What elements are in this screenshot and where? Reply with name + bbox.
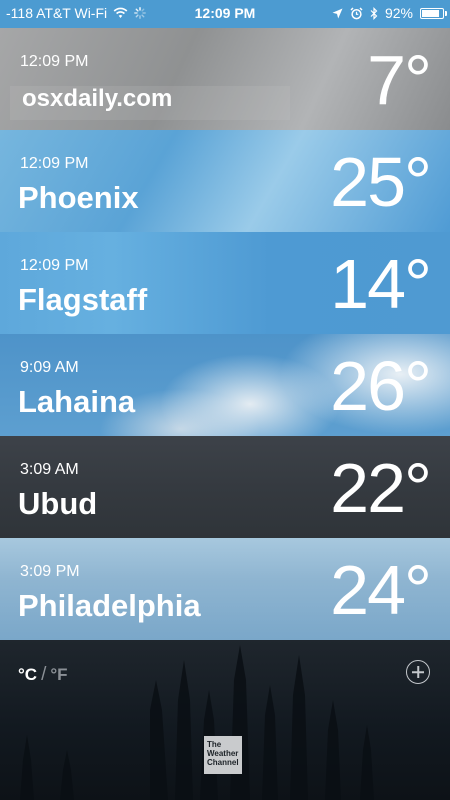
- battery-percent: 92%: [384, 5, 413, 21]
- battery-level: [422, 9, 440, 17]
- city-name: Lahaina: [18, 384, 136, 419]
- unit-toggle: °C / °F: [18, 664, 68, 686]
- weather-city-list: -118 AT&T Wi-Fi 12:09 PM 92% 12:09 PM os…: [0, 0, 450, 800]
- city-row-osxdaily[interactable]: 12:09 PM osxdaily.com 7°: [0, 28, 450, 130]
- weather-channel-logo[interactable]: The Weather Channel: [204, 736, 242, 774]
- city-time: 3:09 PM: [20, 563, 80, 580]
- status-right: 92%: [332, 5, 447, 21]
- city-time: 9:09 AM: [20, 359, 79, 376]
- city-row-phoenix[interactable]: 12:09 PM Phoenix 25°: [0, 130, 450, 232]
- city-row-philadelphia[interactable]: 3:09 PM Philadelphia 24°: [0, 538, 450, 640]
- city-row-ubud[interactable]: 3:09 AM Ubud 22°: [0, 436, 450, 538]
- fahrenheit-toggle[interactable]: °F: [50, 665, 67, 685]
- status-bar: -118 AT&T Wi-Fi 12:09 PM 92%: [0, 0, 450, 28]
- city-time: 3:09 AM: [20, 461, 79, 478]
- city-temperature: 26°: [330, 347, 432, 425]
- logo-line-1: The: [207, 740, 222, 749]
- logo-line-2: Weather: [207, 749, 239, 758]
- add-city-button[interactable]: [406, 660, 430, 684]
- logo-line-3: Channel: [207, 758, 239, 767]
- city-temperature: 22°: [330, 449, 432, 527]
- city-time: 12:09 PM: [20, 155, 89, 172]
- location-arrow-icon: [332, 8, 343, 18]
- city-time: 12:09 PM: [20, 257, 89, 274]
- city-temperature: 14°: [330, 245, 432, 323]
- city-name: Ubud: [18, 486, 98, 521]
- city-temperature: 7°: [367, 41, 432, 119]
- city-row-flagstaff[interactable]: 12:09 PM Flagstaff 14°: [0, 232, 450, 334]
- celsius-toggle[interactable]: °C: [18, 665, 37, 685]
- unit-separator: /: [41, 664, 47, 685]
- battery-icon: [420, 7, 447, 19]
- city-time: 12:09 PM: [20, 53, 89, 70]
- city-temperature: 25°: [330, 143, 432, 221]
- city-name: Phoenix: [18, 180, 139, 215]
- bluetooth-icon: [370, 6, 378, 20]
- city-temperature: 24°: [330, 551, 432, 629]
- city-name: Philadelphia: [18, 588, 201, 623]
- alarm-icon: [350, 6, 363, 19]
- city-name: Flagstaff: [18, 282, 148, 317]
- city-row-lahaina[interactable]: 9:09 AM Lahaina 26°: [0, 334, 450, 436]
- city-name: osxdaily.com: [22, 85, 173, 112]
- footer-toolbar: °C / °F The Weather Channel: [0, 640, 450, 800]
